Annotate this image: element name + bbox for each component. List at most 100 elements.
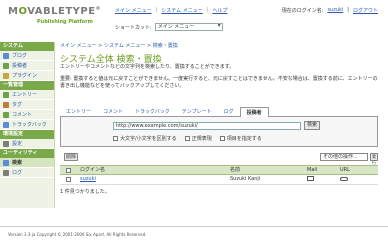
select-all-checkbox[interactable] xyxy=(66,168,71,173)
checkbox[interactable] xyxy=(184,136,190,141)
sidebar-item-comments[interactable]: コメント xyxy=(0,110,54,120)
sidebar-item-plugins[interactable]: プラグイン xyxy=(0,71,54,81)
user-icon xyxy=(3,63,9,69)
mail-icon[interactable] xyxy=(307,175,314,184)
sidebar-item-log[interactable]: ログ xyxy=(0,168,54,178)
delete-button[interactable]: 削除 xyxy=(64,153,78,161)
go-button[interactable]: 実行 xyxy=(370,153,378,165)
sidebar-item-label: タグ xyxy=(12,102,23,108)
search-options: 大文字/小文字を区別する 正規表現 項目を指定する xyxy=(113,135,262,142)
sidebar-item-label: エントリー xyxy=(12,92,38,98)
movable-type-logo[interactable]: MOVABLETYPE® Publishing Platform xyxy=(8,6,101,25)
nav-main-menu[interactable]: メイン メニュー xyxy=(115,7,152,14)
row-login-name[interactable]: suzuki xyxy=(80,175,96,184)
log-icon xyxy=(3,170,9,176)
search-tabs: エントリー コメント トラックバック テンプレート ログ 投稿者 xyxy=(60,107,378,118)
shortcut-select[interactable]: メイン メニュー xyxy=(154,23,223,31)
col-name[interactable]: 名前 xyxy=(230,166,240,175)
sidebar-item-label: プラグイン xyxy=(12,73,38,79)
warning-notice: 重要: 置換すると値は元に戻すことができません。一度実行すると、元に戻すことはで… xyxy=(60,76,378,89)
user-info: 現在のログイン名: suzuki | ログアウト xyxy=(282,7,378,14)
result-count: 1 件見つかりました。 xyxy=(60,189,110,195)
sidebar-item-tags[interactable]: タグ xyxy=(0,100,54,110)
footer: Version 3.3-ja Copyright © 2001-2006 Six… xyxy=(0,226,388,244)
breadcrumb[interactable]: メイン メニュー > システム メニュー > 検索・置換 xyxy=(60,42,380,50)
sidebar: システム ブログ 投稿者 プラグイン 一覧管理 エントリー タグ コメント トラ… xyxy=(0,42,55,208)
option-label: 項目を指定する xyxy=(226,136,262,142)
option-limit-fields[interactable]: 項目を指定する xyxy=(219,135,262,142)
sidebar-section-system: システム xyxy=(0,42,54,51)
checkbox[interactable] xyxy=(113,136,118,141)
trackback-icon xyxy=(3,122,9,128)
shortcut-bar: ショートカット: メイン メニュー xyxy=(115,23,223,31)
sidebar-item-label: ログ xyxy=(12,170,23,176)
checkbox[interactable] xyxy=(219,136,225,141)
user-separator: | xyxy=(347,7,349,13)
shortcut-label: ショートカット: xyxy=(115,24,152,31)
blog-icon xyxy=(3,53,9,59)
option-regex[interactable]: 正規表現 xyxy=(184,135,212,142)
nav-help[interactable]: ヘルプ xyxy=(212,7,227,14)
tab-entries[interactable]: エントリー xyxy=(60,107,97,116)
sidebar-item-trackbacks[interactable]: トラックバック xyxy=(0,120,54,130)
search-button[interactable]: 検索 xyxy=(304,121,320,130)
results-table: ログイン名 名前 Mail URL suzuki Suzuki Kanji xyxy=(60,165,378,185)
sidebar-item-entries[interactable]: エントリー xyxy=(0,90,54,100)
sidebar-item-label: トラックバック xyxy=(12,122,47,128)
search-input[interactable]: http://www.example.com/suzuki/ xyxy=(113,122,301,130)
nav-system-menu[interactable]: システム メニュー xyxy=(161,7,202,14)
nav-separator: | xyxy=(206,7,209,13)
logo-tm: ® xyxy=(95,6,102,12)
table-row: suzuki Suzuki Kanji xyxy=(60,175,378,185)
tab-comments[interactable]: コメント xyxy=(97,107,129,116)
entry-icon xyxy=(3,92,9,98)
option-case-sensitive[interactable]: 大文字/小文字を区別する xyxy=(113,135,177,142)
logout-link[interactable]: ログアウト xyxy=(353,7,378,14)
sidebar-item-authors[interactable]: 投稿者 xyxy=(0,61,54,71)
row-name: Suzuki Kanji xyxy=(230,176,261,182)
col-mail: Mail xyxy=(307,167,318,173)
sidebar-item-label: コメント xyxy=(12,112,33,118)
settings-icon xyxy=(3,141,9,147)
sidebar-section-preferences: 環境設定 xyxy=(0,130,54,139)
sidebar-item-settings[interactable]: 設定 xyxy=(0,139,54,149)
logo-part: VABLETYPE xyxy=(27,6,96,17)
logo-subtitle: Publishing Platform xyxy=(37,19,93,25)
link-icon[interactable] xyxy=(340,175,348,184)
tab-templates[interactable]: テンプレート xyxy=(176,107,218,116)
sidebar-item-label: 設定 xyxy=(12,141,23,147)
search-panel: http://www.example.com/suzuki/ 検索 大文字/小文… xyxy=(60,117,378,147)
sidebar-item-search[interactable]: 検索 xyxy=(0,158,54,168)
sidebar-section-listing: 一覧管理 xyxy=(0,81,54,90)
sidebar-section-utilities: ユーティリティ xyxy=(0,149,54,158)
sidebar-item-label: ブログ xyxy=(12,53,28,59)
logo-part: M xyxy=(8,6,19,17)
comment-icon xyxy=(3,112,9,118)
option-label: 大文字/小文字を区別する xyxy=(120,136,177,142)
page-description: エントリーやコメントなどの文字列を検索したり、置換することができます。 xyxy=(60,64,235,70)
tab-trackbacks[interactable]: トラックバック xyxy=(129,107,176,116)
col-url: URL xyxy=(340,167,350,173)
logo-text: MOVABLETYPE® xyxy=(8,6,101,17)
user-name-link[interactable]: suzuki xyxy=(327,7,343,14)
search-icon xyxy=(3,160,9,166)
login-label: 現在のログイン名: xyxy=(281,8,324,14)
nav-separator: | xyxy=(155,7,158,13)
table-header: ログイン名 名前 Mail URL xyxy=(60,165,378,175)
top-nav: メイン メニュー | システム メニュー | ヘルプ xyxy=(115,7,227,14)
sidebar-item-blog[interactable]: ブログ xyxy=(0,51,54,61)
logo-o: O xyxy=(18,6,28,17)
col-login-name[interactable]: ログイン名 xyxy=(80,166,105,175)
sidebar-item-label: 投稿者 xyxy=(12,63,28,69)
plugin-icon xyxy=(3,73,9,79)
more-actions-select[interactable]: その他の操作... xyxy=(320,153,368,161)
tag-icon xyxy=(3,102,9,108)
page-title: システム全体 検索・置換 xyxy=(60,52,380,65)
action-bar: 削除 その他の操作... 実行 xyxy=(60,152,378,165)
option-label: 正規表現 xyxy=(191,136,212,142)
main-content: メイン メニュー > システム メニュー > 検索・置換 システム全体 検索・置… xyxy=(60,42,380,90)
sidebar-item-label: 検索 xyxy=(12,160,23,166)
header: MOVABLETYPE® Publishing Platform メイン メニュ… xyxy=(0,0,388,36)
row-checkbox[interactable] xyxy=(66,177,71,182)
tab-log[interactable]: ログ xyxy=(218,107,240,116)
